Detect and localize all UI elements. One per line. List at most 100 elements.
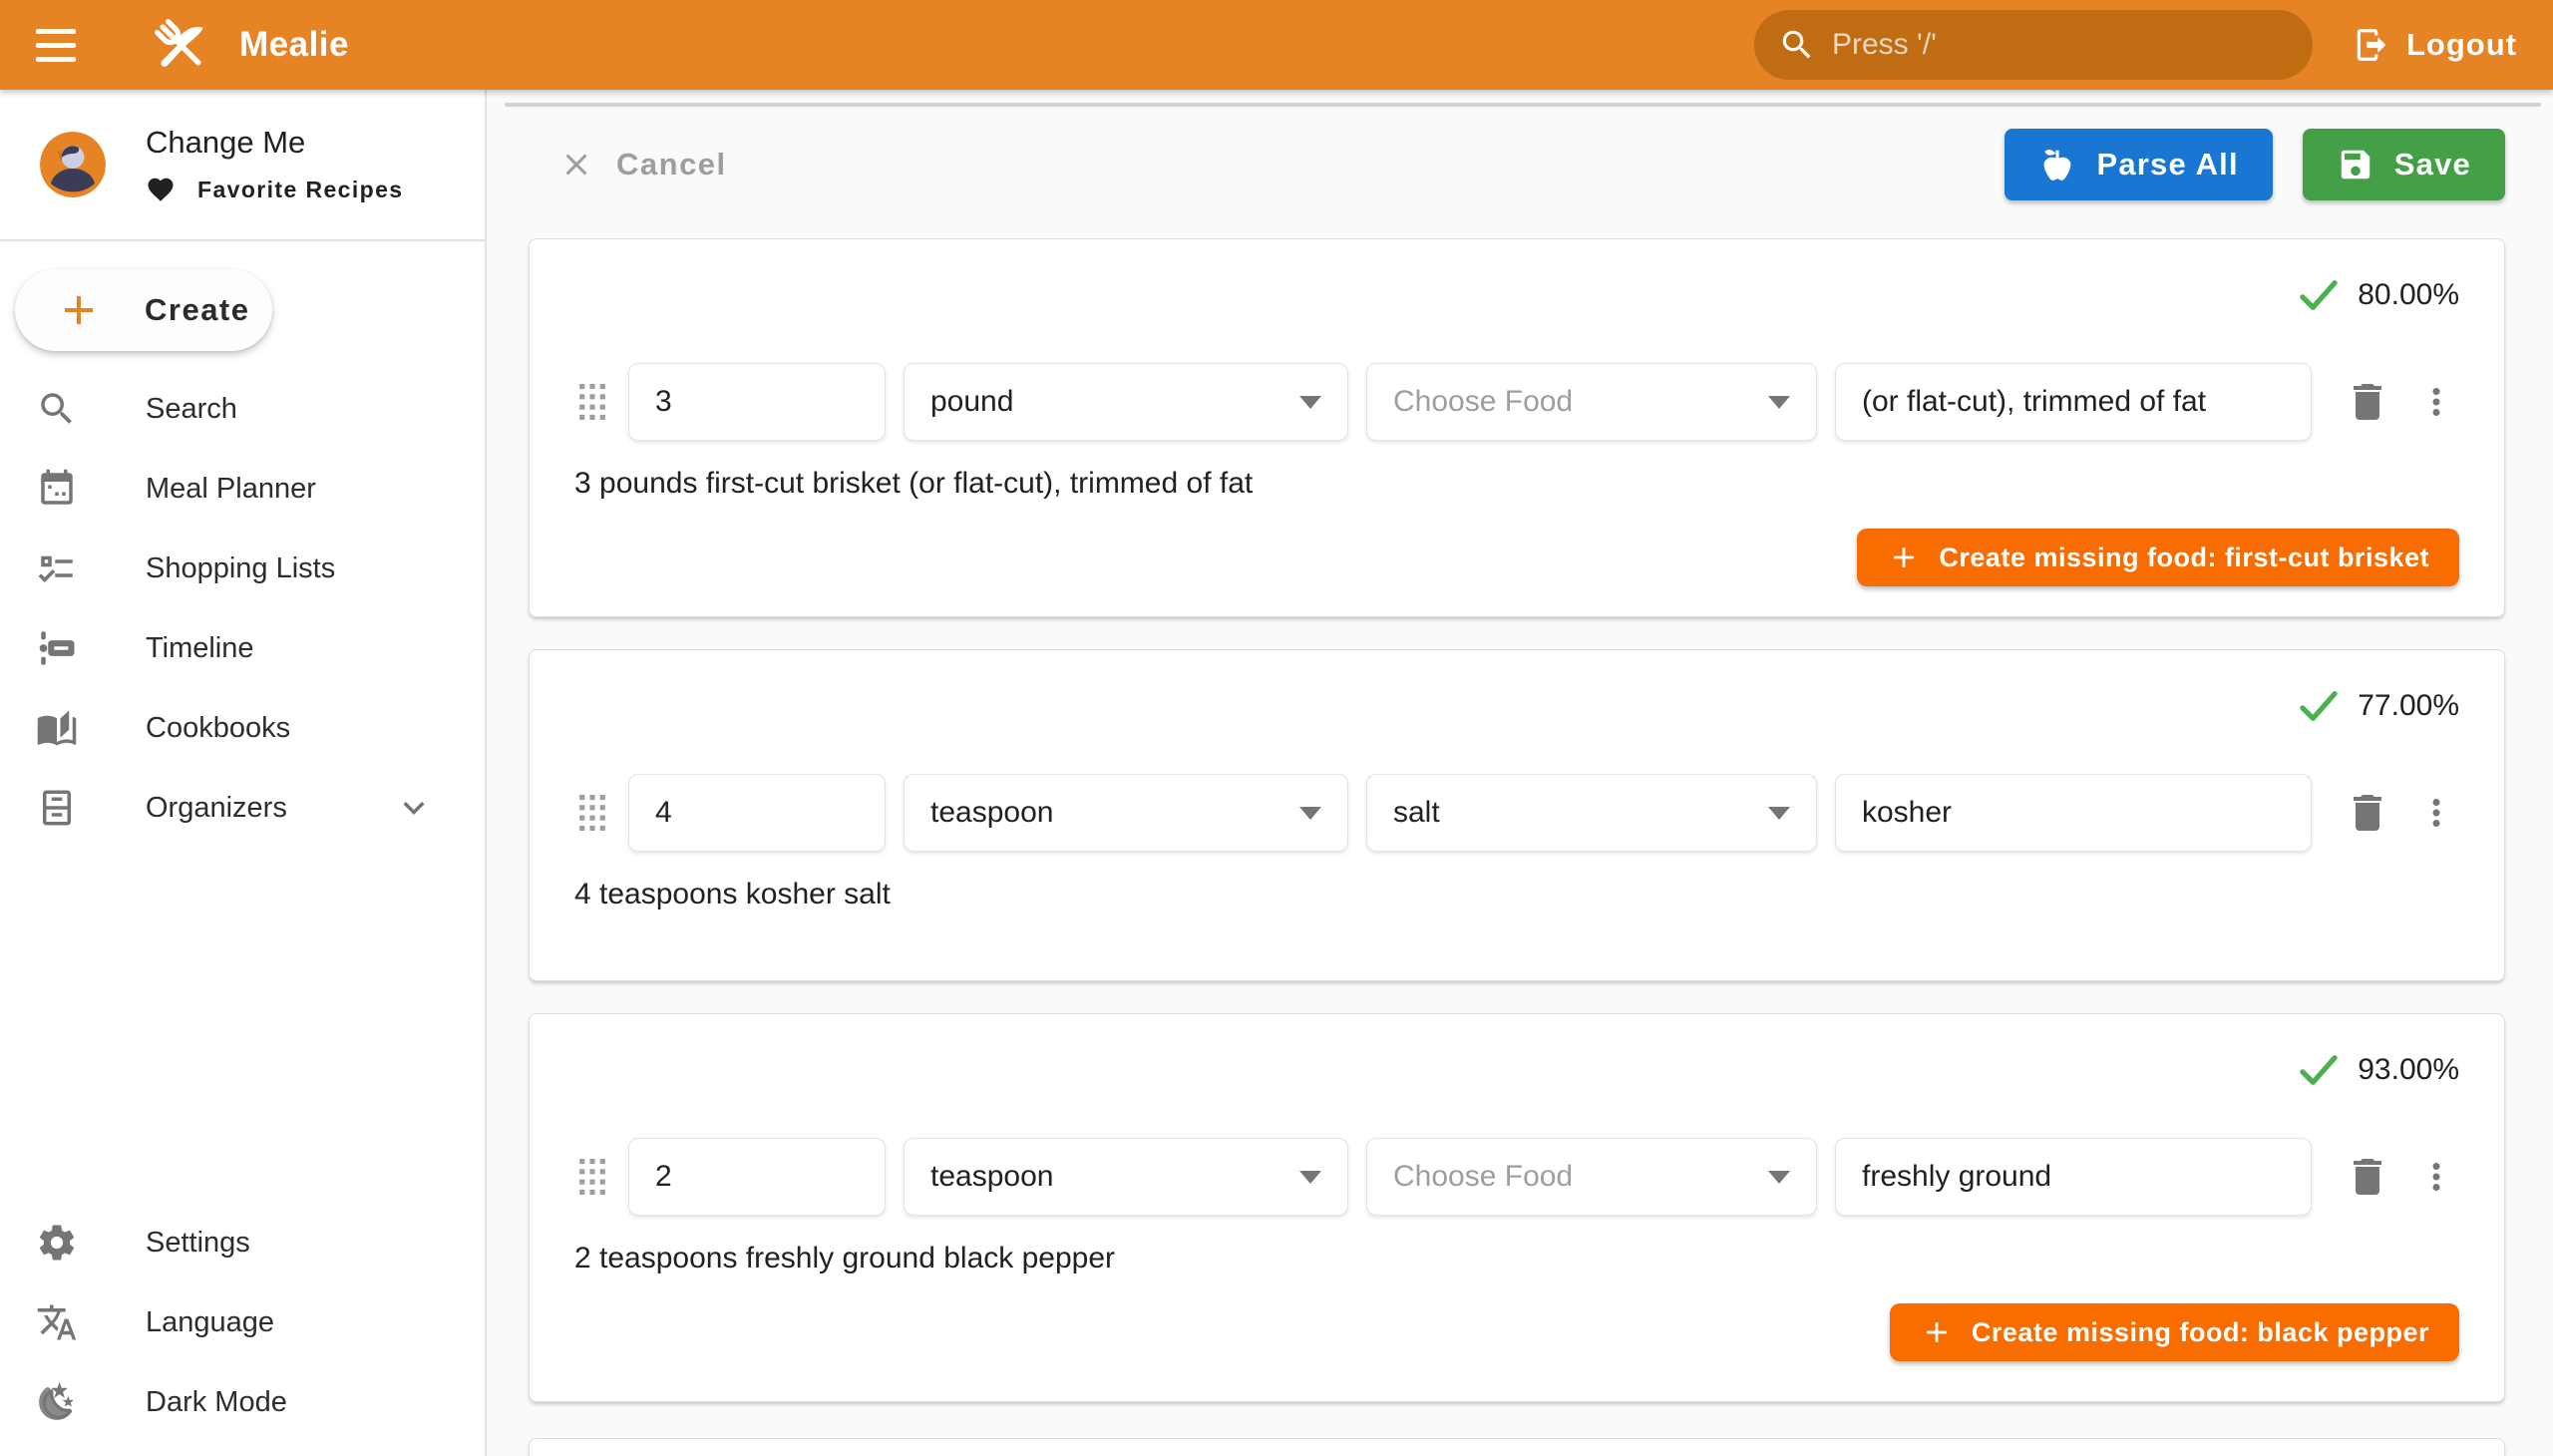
more-options-button[interactable]: [2413, 785, 2459, 841]
delete-button[interactable]: [2340, 1149, 2395, 1205]
note-input[interactable]: [1862, 1160, 2285, 1194]
drag-handle-icon[interactable]: [574, 789, 610, 837]
note-field[interactable]: [1835, 363, 2312, 441]
confidence-row: 77.00%: [574, 650, 2459, 724]
note-field[interactable]: [1835, 1138, 2312, 1216]
sidebar-item-organizers[interactable]: Organizers: [0, 768, 485, 848]
logout-button[interactable]: Logout: [2353, 26, 2517, 64]
quantity-field[interactable]: [628, 774, 886, 852]
sidebar: Change Me Favorite Recipes Create Search: [0, 90, 487, 1456]
moon-stars-icon: [36, 1381, 78, 1423]
ingredient-card: 77.00%: [529, 649, 2505, 981]
note-input[interactable]: [1862, 385, 2285, 419]
favorites-label: Favorite Recipes: [197, 177, 403, 203]
unit-input[interactable]: [930, 385, 1285, 419]
quantity-field[interactable]: [628, 363, 886, 441]
kebab-icon: [2415, 381, 2457, 423]
dropdown-arrow-icon: [1299, 1171, 1321, 1184]
sidebar-footer-nav: Settings Language Dark Mode: [0, 1203, 485, 1456]
book-open-icon: [36, 707, 78, 749]
delete-button[interactable]: [2340, 785, 2395, 841]
trash-icon: [2344, 378, 2391, 426]
user-block[interactable]: Change Me Favorite Recipes: [0, 90, 485, 239]
chevron-down-icon[interactable]: [393, 787, 435, 829]
parse-all-button[interactable]: Parse All: [2005, 129, 2272, 200]
unit-input[interactable]: [930, 796, 1285, 830]
sidebar-item-label: Dark Mode: [146, 1386, 287, 1419]
ingredient-card: 80.00%: [529, 238, 2505, 617]
sidebar-nav: Search Meal Planner Shopping Lists: [0, 369, 485, 848]
heart-icon: [146, 175, 176, 204]
menu-icon[interactable]: [36, 16, 94, 74]
parse-all-label: Parse All: [2096, 147, 2238, 182]
create-button[interactable]: Create: [15, 269, 272, 351]
food-select[interactable]: [1366, 1138, 1817, 1216]
dropdown-arrow-icon: [1768, 396, 1790, 409]
favorite-recipes-link[interactable]: Favorite Recipes: [146, 175, 403, 204]
unit-select[interactable]: [904, 1138, 1348, 1216]
checklist-icon: [36, 547, 78, 589]
translate-icon: [36, 1301, 78, 1343]
note-field[interactable]: [1835, 774, 2312, 852]
unit-input[interactable]: [930, 1160, 1285, 1194]
sidebar-item-timeline[interactable]: Timeline: [0, 608, 485, 688]
dropdown-arrow-icon: [1768, 807, 1790, 820]
more-options-button[interactable]: [2413, 1149, 2459, 1205]
drag-handle-icon[interactable]: [574, 378, 610, 426]
global-search[interactable]: [1754, 10, 2313, 80]
sidebar-item-settings[interactable]: Settings: [0, 1203, 485, 1282]
plus-icon: [1920, 1315, 1954, 1349]
sidebar-item-label: Language: [146, 1306, 274, 1339]
confidence-row: 93.00%: [574, 1014, 2459, 1088]
quantity-field[interactable]: [628, 1138, 886, 1216]
calendar-icon: [36, 468, 78, 510]
confidence-row: 80.00%: [574, 239, 2459, 313]
search-icon: [1778, 26, 1816, 64]
create-missing-food-button[interactable]: Create missing food: first-cut brisket: [1857, 529, 2459, 586]
sidebar-item-label: Shopping Lists: [146, 552, 335, 585]
ingredient-inputs: [574, 1138, 2459, 1216]
ingredient-inputs: [574, 363, 2459, 441]
gear-icon: [36, 1222, 78, 1264]
sidebar-item-cookbooks[interactable]: Cookbooks: [0, 688, 485, 768]
kebab-icon: [2415, 792, 2457, 834]
food-input[interactable]: [1393, 1160, 1754, 1194]
main-content: Cancel Parse All Save 80.00%: [489, 90, 2553, 1456]
sidebar-item-label: Cookbooks: [146, 712, 290, 745]
more-options-button[interactable]: [2413, 374, 2459, 430]
food-input[interactable]: [1393, 796, 1754, 830]
quantity-input[interactable]: [655, 1160, 859, 1194]
ingredient-inputs: [574, 774, 2459, 852]
sidebar-item-dark-mode[interactable]: Dark Mode: [0, 1362, 485, 1442]
delete-button[interactable]: [2340, 374, 2395, 430]
sidebar-divider: [0, 239, 485, 241]
create-label: Create: [145, 292, 250, 328]
search-input[interactable]: [1832, 28, 2289, 62]
quantity-input[interactable]: [655, 385, 859, 419]
food-select[interactable]: [1366, 363, 1817, 441]
quantity-input[interactable]: [655, 796, 859, 830]
original-ingredient-text: 2 teaspoons freshly ground black pepper: [574, 1242, 2459, 1275]
sidebar-item-meal-planner[interactable]: Meal Planner: [0, 449, 485, 529]
note-input[interactable]: [1862, 796, 2285, 830]
sidebar-item-label: Organizers: [146, 792, 287, 825]
food-input[interactable]: [1393, 385, 1754, 419]
sidebar-item-search[interactable]: Search: [0, 369, 485, 449]
food-select[interactable]: [1366, 774, 1817, 852]
save-button[interactable]: Save: [2303, 129, 2505, 200]
parser-toolbar: Cancel Parse All Save: [558, 129, 2505, 200]
confidence-value: 77.00%: [2358, 689, 2459, 723]
drag-handle-icon[interactable]: [574, 1153, 610, 1201]
sidebar-item-language[interactable]: Language: [0, 1282, 485, 1362]
create-missing-food-button[interactable]: Create missing food: black pepper: [1890, 1303, 2459, 1361]
unit-select[interactable]: [904, 363, 1348, 441]
cancel-label: Cancel: [616, 147, 727, 182]
cancel-button[interactable]: Cancel: [558, 147, 727, 182]
unit-select[interactable]: [904, 774, 1348, 852]
check-icon: [2298, 277, 2340, 313]
trash-icon: [2344, 789, 2391, 837]
ingredient-card-partial: [529, 1438, 2505, 1456]
save-icon: [2337, 146, 2374, 183]
sidebar-item-label: Search: [146, 393, 237, 426]
sidebar-item-shopping-lists[interactable]: Shopping Lists: [0, 529, 485, 608]
